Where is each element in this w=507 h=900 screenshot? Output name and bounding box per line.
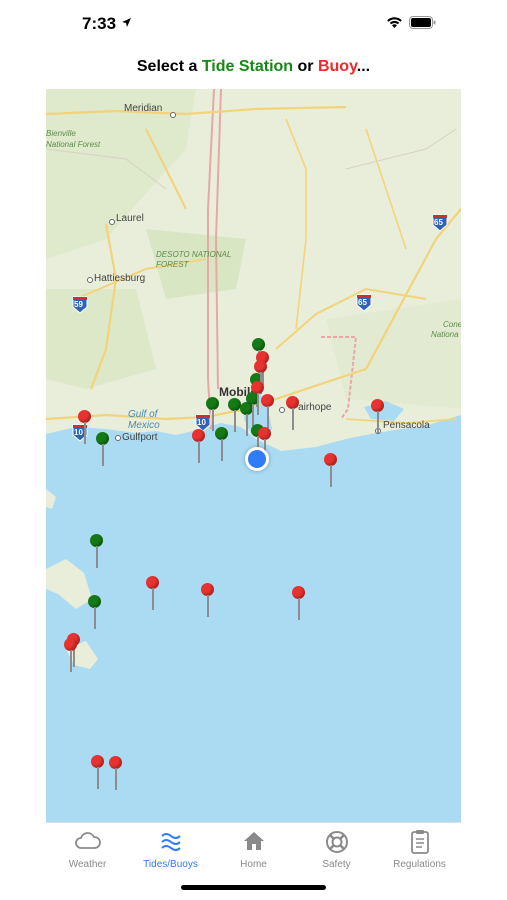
waves-icon bbox=[160, 833, 181, 851]
buoy-pin[interactable] bbox=[109, 756, 123, 792]
pin-needle bbox=[207, 595, 209, 617]
tab-bar: Weather Tides/Buoys Home Safety Regulati… bbox=[46, 822, 461, 883]
pin-needle bbox=[152, 588, 154, 610]
i65-top-shield-label: 65 bbox=[434, 218, 443, 227]
clipboard-icon bbox=[410, 830, 429, 854]
map-label-pensacola: Pensacola bbox=[383, 420, 430, 431]
pin-needle bbox=[292, 408, 294, 430]
map-label-desoto: DESOTO NATIONAL bbox=[156, 250, 232, 259]
station-selection-prompt: Select a Tide Station or Buoy... bbox=[0, 58, 507, 76]
buoy-pin[interactable] bbox=[286, 396, 300, 432]
tide-station-legend: Tide Station bbox=[201, 58, 294, 75]
pin-needle bbox=[96, 546, 98, 568]
map-label-meridian: Meridian bbox=[124, 103, 163, 114]
map-label-mexico: Mexico bbox=[128, 420, 160, 431]
buoy-pin[interactable] bbox=[91, 755, 105, 791]
tide-station-pin[interactable] bbox=[88, 595, 102, 631]
map-label-gulfport: Gulfport bbox=[122, 432, 158, 443]
buoy-pin[interactable] bbox=[292, 586, 306, 622]
pin-needle bbox=[97, 767, 99, 789]
tab-home[interactable]: Home bbox=[212, 829, 295, 870]
tab-weather[interactable]: Weather bbox=[46, 829, 129, 870]
pin-needle bbox=[234, 410, 236, 432]
pin-needle bbox=[102, 444, 104, 466]
home-indicator[interactable] bbox=[181, 885, 326, 890]
buoy-pin[interactable] bbox=[78, 410, 92, 446]
status-time: 7:33 bbox=[82, 14, 117, 33]
pin-needle bbox=[257, 393, 259, 415]
prompt-ellipsis: ... bbox=[356, 58, 371, 75]
map-label-laurel: Laurel bbox=[116, 213, 144, 224]
buoy-pin[interactable] bbox=[371, 399, 385, 435]
tide-station-pin[interactable] bbox=[215, 427, 229, 463]
tab-label: Home bbox=[240, 859, 267, 870]
tab-label: Safety bbox=[322, 859, 351, 870]
pin-needle bbox=[84, 422, 86, 444]
buoy-pin[interactable] bbox=[192, 429, 206, 465]
map-label-conecuh: Cone bbox=[443, 320, 461, 329]
tab-label: Weather bbox=[68, 859, 107, 870]
map-label-desoto-forest: FOREST bbox=[156, 260, 189, 269]
tab-tides-buoys[interactable]: Tides/Buoys bbox=[129, 829, 212, 870]
tide-station-pin[interactable] bbox=[90, 534, 104, 570]
status-bar: 7:33 bbox=[0, 0, 507, 50]
tab-regulations[interactable]: Regulations bbox=[378, 829, 461, 870]
lifebuoy-icon bbox=[325, 831, 348, 853]
buoy-pin[interactable] bbox=[146, 576, 160, 612]
pin-needle bbox=[330, 465, 332, 487]
pin-needle bbox=[298, 598, 300, 620]
tab-label: Regulations bbox=[393, 859, 446, 870]
location-arrow-icon bbox=[122, 18, 131, 27]
battery-icon bbox=[409, 16, 436, 29]
map-label-hattiesburg: Hattiesburg bbox=[94, 273, 146, 284]
buoy-pin[interactable] bbox=[201, 583, 215, 619]
pin-needle bbox=[70, 650, 72, 672]
tide-station-pin[interactable] bbox=[96, 432, 110, 468]
map-label-conecuh-national: Nationa bbox=[431, 330, 459, 339]
buoy-legend: Buoy bbox=[317, 58, 357, 75]
tab-safety[interactable]: Safety bbox=[295, 829, 378, 870]
cloud-icon bbox=[74, 832, 101, 849]
pin-needle bbox=[198, 441, 200, 463]
tab-label: Tides/Buoys bbox=[143, 859, 198, 870]
prompt-or: or bbox=[293, 58, 318, 75]
pin-needle bbox=[94, 607, 96, 629]
map-view[interactable]: Meridian Bienville National Forest Laure… bbox=[46, 89, 461, 822]
buoy-pin[interactable] bbox=[324, 453, 338, 489]
current-location-dot bbox=[245, 447, 269, 471]
pin-needle bbox=[115, 768, 117, 790]
i59-shield-label: 59 bbox=[74, 300, 83, 309]
buoy-pin[interactable] bbox=[261, 394, 275, 430]
buoy-pin[interactable] bbox=[64, 638, 78, 674]
pin-needle bbox=[221, 439, 223, 461]
wifi-icon bbox=[387, 17, 402, 28]
prompt-text: Select a bbox=[136, 58, 202, 75]
i65-mid-shield-label: 65 bbox=[358, 298, 367, 307]
map-label-bienville-forest: National Forest bbox=[46, 140, 101, 149]
pin-needle bbox=[267, 406, 269, 428]
pin-needle bbox=[212, 409, 214, 431]
house-icon bbox=[243, 832, 264, 850]
i10-mid-shield-label: 10 bbox=[197, 418, 206, 427]
map-label-gulf-of: Gulf of bbox=[128, 409, 158, 420]
pin-needle bbox=[377, 411, 379, 433]
map-label-bienville: Bienville bbox=[46, 129, 76, 138]
